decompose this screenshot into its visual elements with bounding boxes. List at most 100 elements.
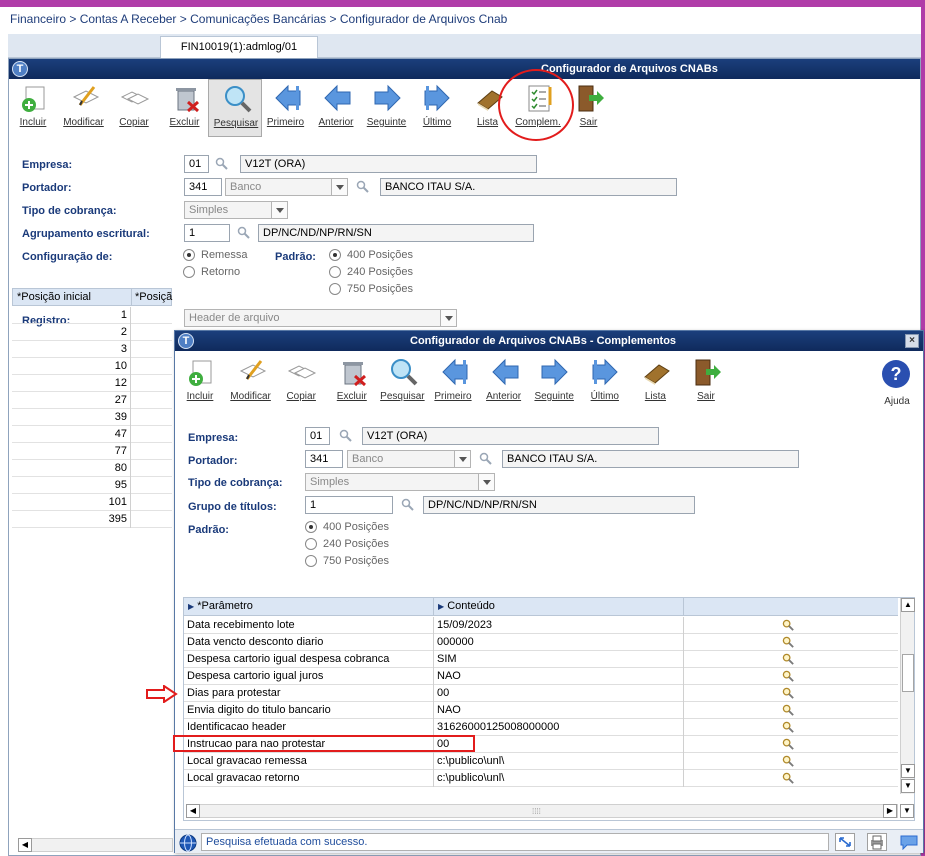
scroll-down-icon[interactable]: ▼ [900,804,914,818]
scroll-right-icon[interactable]: ▶ [883,804,897,818]
primeiro-button[interactable]: Primeiro [426,353,480,411]
table-row[interactable]: Dias para protestar 00 [184,685,898,702]
table-row[interactable]: Local gravacao remessa c:\publico\unl\ [184,753,898,770]
cell-conteudo[interactable]: SIM [437,653,457,665]
copiar-button[interactable]: Copiar [274,353,328,411]
cell-conteudo[interactable]: 000000 [437,636,474,648]
radio-remessa[interactable]: Remessa [183,249,247,262]
close-icon[interactable]: × [905,334,919,348]
table-row[interactable]: Identificacao header 31626000125008000000 [184,719,898,736]
cell-conteudo[interactable]: c:\publico\unl\ [437,755,504,767]
table-row[interactable]: 101 [12,494,172,511]
lookup-icon[interactable] [782,636,795,649]
chat-icon[interactable] [899,834,919,853]
scroll-page-icon[interactable]: ▼ [901,764,915,778]
resize-icon[interactable] [835,833,855,851]
radio-400[interactable]: 400 Posições [329,249,413,262]
incluir-button[interactable]: Incluir [173,353,227,411]
portador-type-select[interactable]: Banco [347,450,471,468]
col-posicao-final[interactable]: *Posiçã [131,289,172,305]
scroll-left-icon[interactable]: ◀ [186,804,200,818]
table-row[interactable]: 3 [12,341,172,358]
table-row[interactable]: 27 [12,392,172,409]
excluir-button[interactable]: Excluir [325,353,379,411]
agrupamento-code-field[interactable]: 1 [184,224,230,242]
table-row[interactable]: 47 [12,426,172,443]
table-row[interactable]: Data recebimento lote 15/09/2023 [184,617,898,634]
anterior-button[interactable]: Anterior [477,353,531,411]
table-row[interactable]: 10 [12,358,172,375]
tipo-cobranca-select[interactable]: Simples [305,473,495,491]
col-conteudo[interactable]: ▶ Conteúdo [433,598,495,615]
lookup-icon[interactable] [782,772,795,785]
table-row[interactable]: Data vencto desconto diario 000000 [184,634,898,651]
lookup-icon[interactable] [782,755,795,768]
lookup-icon[interactable] [782,738,795,751]
print-icon[interactable] [867,833,887,851]
lookup-icon[interactable] [782,704,795,717]
cell-conteudo[interactable]: NAO [437,704,461,716]
table-row[interactable]: 1 [12,307,172,324]
lista-button[interactable]: Lista [628,353,682,411]
cell-conteudo[interactable]: 31626000125008000000 [437,721,559,733]
anterior-button[interactable]: Anterior [309,79,363,137]
radio-400[interactable]: 400 Posições [305,521,389,534]
ltimo-button[interactable]: Último [410,79,464,137]
incluir-button[interactable]: Incluir [6,79,60,137]
empresa-code-field[interactable]: 01 [305,427,330,445]
table-row[interactable]: 80 [12,460,172,477]
breadcrumb[interactable]: Financeiro > Contas A Receber > Comunica… [10,12,507,26]
lookup-icon[interactable] [782,670,795,683]
excluir-button[interactable]: Excluir [158,79,212,137]
lookup-icon[interactable] [782,653,795,666]
cell-conteudo[interactable]: c:\publico\unl\ [437,772,504,784]
portador-type-select[interactable]: Banco [225,178,348,196]
table-row[interactable]: 39 [12,409,172,426]
table-row[interactable]: 95 [12,477,172,494]
radio-240[interactable]: 240 Posições [329,266,413,279]
horizontal-scrollbar[interactable]: ◀ [18,838,173,852]
scroll-thumb[interactable] [902,654,914,692]
sair-button[interactable]: Sair [679,353,733,411]
registro-select[interactable]: Header de arquivo [184,309,457,327]
portador-code-field[interactable]: 341 [184,178,222,196]
scroll-down-icon[interactable]: ▼ [901,779,915,793]
table-row[interactable]: Despesa cartorio igual juros NAO [184,668,898,685]
vertical-scrollbar[interactable]: ▲ ▼ ▼ [900,598,915,794]
lookup-icon[interactable] [356,180,370,194]
cell-conteudo[interactable]: 15/09/2023 [437,619,492,631]
ltimo-button[interactable]: Último [578,353,632,411]
table-row[interactable]: 77 [12,443,172,460]
horizontal-scrollbar[interactable]: ◀ ⁞⁞⁞⁞ ▶ [186,804,898,818]
col-parametro[interactable]: ▶ *Parâmetro [188,600,253,612]
lookup-icon[interactable] [782,619,795,632]
table-row[interactable]: 395 [12,511,172,528]
copiar-button[interactable]: Copiar [107,79,161,137]
seguinte-button[interactable]: Seguinte [360,79,414,137]
col-posicao-inicial[interactable]: *Posição inicial [17,291,91,303]
radio-240[interactable]: 240 Posições [305,538,389,551]
lookup-icon[interactable] [339,429,353,443]
lookup-icon[interactable] [782,721,795,734]
table-row[interactable]: Local gravacao retorno c:\publico\unl\ [184,770,898,787]
scroll-grip[interactable]: ⁞⁞⁞⁞ [532,807,541,816]
modificar-button[interactable]: Modificar [57,79,111,137]
pesquisar-button[interactable]: Pesquisar [375,353,429,411]
lookup-icon[interactable] [479,452,493,466]
scroll-up-icon[interactable]: ▲ [901,598,915,612]
tab-program[interactable]: FIN10019(1):admlog/01 [160,36,318,58]
grupo-code-field[interactable]: 1 [305,496,393,514]
lookup-icon[interactable] [401,498,415,512]
cell-conteudo[interactable]: NAO [437,670,461,682]
pesquisar-button[interactable]: Pesquisar [208,79,262,137]
cell-conteudo[interactable]: 00 [437,687,449,699]
lookup-icon[interactable] [237,226,251,240]
radio-750[interactable]: 750 Posições [305,555,389,568]
empresa-code-field[interactable]: 01 [184,155,209,173]
table-row[interactable]: Envia digito do titulo bancario NAO [184,702,898,719]
table-row[interactable]: Despesa cartorio igual despesa cobranca S… [184,651,898,668]
table-row[interactable]: 2 [12,324,172,341]
scroll-left-icon[interactable]: ◀ [18,838,32,852]
tipo-cobranca-select[interactable]: Simples [184,201,288,219]
radio-750[interactable]: 750 Posições [329,283,413,296]
